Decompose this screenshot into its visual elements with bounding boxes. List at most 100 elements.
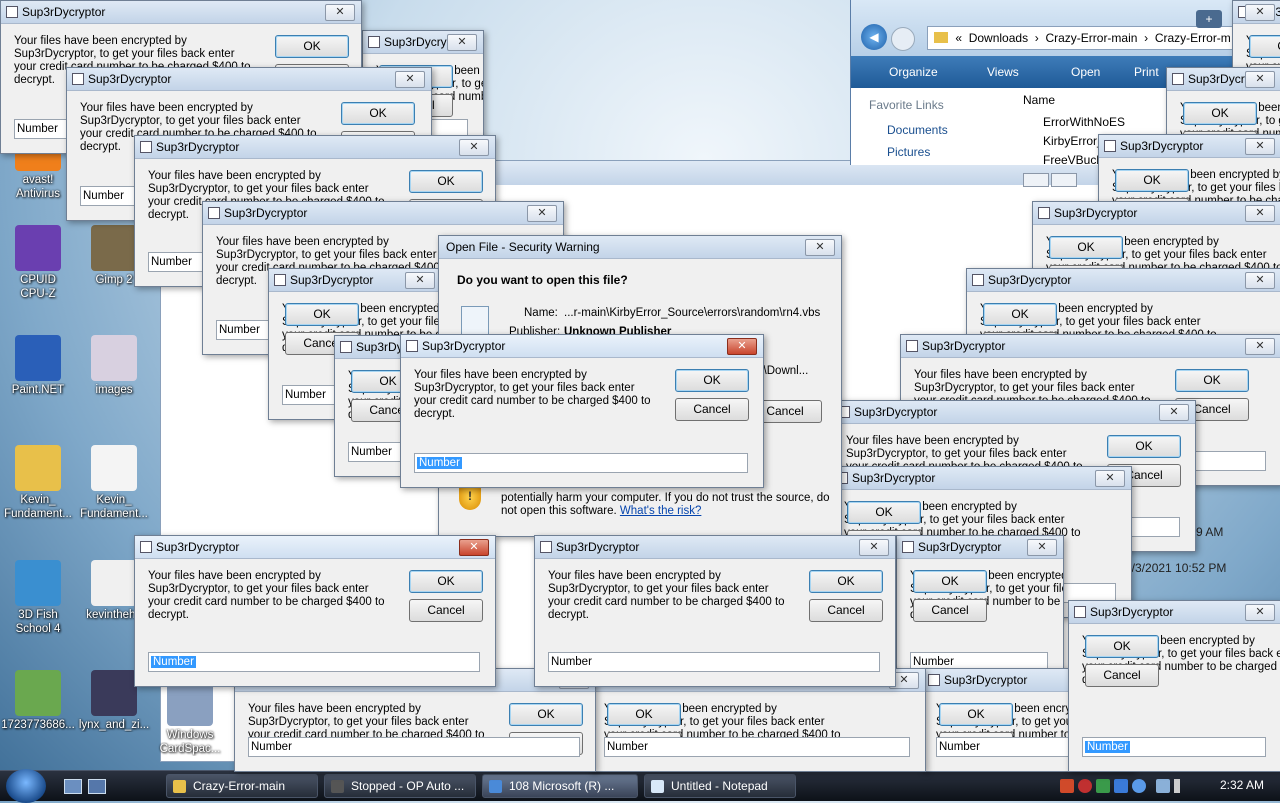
close-icon[interactable]: ✕ (325, 4, 355, 21)
new-tab-icon[interactable]: + (1196, 10, 1222, 28)
close-icon[interactable]: ✕ (805, 239, 835, 256)
print-button[interactable]: Print (1134, 65, 1159, 79)
desktop-icon[interactable]: Paint.NET (0, 335, 76, 397)
ok-button[interactable]: OK (341, 102, 415, 125)
ransom-popup-dialog: Sup3rDycryptor ✕ Your files have been encr… (534, 535, 896, 687)
taskbar-item-explorer[interactable]: Crazy-Error-main (166, 774, 318, 798)
volume-icon[interactable] (1174, 779, 1180, 793)
file-item[interactable]: KirbyError_ (1043, 134, 1104, 148)
desktop-icon[interactable]: 1723773686... (0, 670, 76, 732)
breadcrumb-crazy-error-main[interactable]: Crazy-Error-main (1045, 31, 1137, 45)
tray-icon[interactable] (1096, 779, 1110, 793)
close-icon[interactable]: ✕ (1159, 404, 1189, 421)
close-icon[interactable]: ✕ (447, 34, 477, 51)
ok-button[interactable]: OK (913, 570, 987, 593)
link-documents[interactable]: Documents (887, 123, 948, 137)
ok-button[interactable]: OK (847, 501, 921, 524)
close-icon[interactable]: ✕ (1245, 71, 1275, 88)
ok-button[interactable]: OK (409, 170, 483, 193)
address-field[interactable]: « Downloads › Crazy-Error-main › Crazy-E… (927, 26, 1280, 50)
cancel-button[interactable]: Cancel (409, 599, 483, 622)
ok-button[interactable]: OK (607, 703, 681, 726)
ok-button[interactable]: OK (409, 570, 483, 593)
ok-button[interactable]: OK (1175, 369, 1249, 392)
taskbar-clock[interactable]: 2:32 AM (1220, 778, 1264, 792)
close-icon[interactable]: ✕ (527, 205, 557, 222)
organize-button[interactable]: Organize (889, 65, 938, 79)
cancel-button[interactable]: Cancel (1085, 664, 1159, 687)
close-icon[interactable]: ✕ (1027, 539, 1057, 556)
close-icon[interactable]: ✕ (1245, 338, 1275, 355)
tray-icon[interactable] (1132, 779, 1146, 793)
switch-windows-icon[interactable] (88, 779, 106, 794)
credit-card-input[interactable]: Number (414, 453, 748, 473)
close-icon[interactable]: ✕ (727, 338, 757, 355)
minimize-icon[interactable] (1023, 173, 1049, 187)
file-item[interactable]: ErrorWithNoES (1043, 115, 1125, 129)
column-header-name[interactable]: Name (1023, 93, 1055, 107)
start-button[interactable] (6, 769, 46, 803)
ok-button[interactable]: OK (1107, 435, 1181, 458)
close-icon[interactable]: ✕ (1245, 604, 1275, 621)
close-icon[interactable]: ✕ (859, 539, 889, 556)
ok-button[interactable]: OK (1183, 102, 1257, 125)
taskbar-item-notepad[interactable]: Untitled - Notepad (644, 774, 796, 798)
breadcrumb-subfolder[interactable]: Crazy-Error-m (1155, 31, 1231, 45)
close-icon[interactable]: ✕ (459, 139, 489, 156)
cancel-button[interactable]: Cancel (809, 599, 883, 622)
ok-button[interactable]: OK (809, 570, 883, 593)
link-pictures[interactable]: Pictures (887, 145, 930, 159)
input-value: Number (607, 741, 648, 753)
whats-the-risk-link[interactable]: What's the risk? (620, 505, 701, 517)
dialog-title: Sup3rDycryptor (290, 273, 374, 287)
taskbar-item-microsoft-group[interactable]: 108 Microsoft (R) ... (482, 774, 638, 798)
ok-button[interactable]: OK (939, 703, 1013, 726)
credit-card-input[interactable]: Number (548, 652, 880, 672)
desktop-icon-image (15, 225, 61, 271)
tray-icon[interactable] (1114, 779, 1128, 793)
close-icon[interactable]: ✕ (1245, 272, 1275, 289)
desktop-icon[interactable]: Kevin_ Fundament... (0, 445, 76, 521)
credit-card-input[interactable]: Number (148, 652, 480, 672)
tray-icon[interactable] (1078, 779, 1092, 793)
ok-button[interactable]: OK (285, 303, 359, 326)
close-icon[interactable]: ✕ (1245, 138, 1275, 155)
credit-card-input[interactable]: Number (604, 737, 910, 757)
ok-button[interactable]: OK (1115, 169, 1189, 192)
maximize-icon[interactable] (1051, 173, 1077, 187)
credit-card-input[interactable]: Number (1082, 737, 1266, 757)
dialog-titlebar: Sup3rDycryptor✕ (1167, 68, 1280, 91)
network-icon[interactable] (1156, 779, 1170, 793)
ok-button[interactable]: OK (1085, 635, 1159, 658)
show-desktop-icon[interactable] (64, 779, 82, 794)
close-icon[interactable]: ✕ (405, 272, 435, 289)
app-icon (906, 340, 918, 352)
desktop-icon-label: Kevin_ (96, 494, 132, 506)
close-icon[interactable]: ✕ (1245, 4, 1275, 21)
ok-button[interactable]: OK (675, 369, 749, 392)
ok-button[interactable]: OK (509, 703, 583, 726)
forward-button[interactable] (891, 27, 915, 51)
ok-button[interactable]: OK (1049, 236, 1123, 259)
cancel-button[interactable]: Cancel (913, 599, 987, 622)
credit-card-input[interactable]: Number (248, 737, 580, 757)
open-button[interactable]: Open (1071, 65, 1100, 79)
breadcrumb-downloads[interactable]: Downloads (969, 31, 1028, 45)
ok-button[interactable]: OK (983, 303, 1057, 326)
close-icon[interactable]: ✕ (1245, 205, 1275, 222)
desktop-icon[interactable]: images (76, 335, 152, 397)
taskbar-item-op-auto[interactable]: Stopped - OP Auto ... (324, 774, 476, 798)
tray-icon[interactable] (1060, 779, 1074, 793)
desktop-icon[interactable]: Kevin_ Fundament... (76, 445, 152, 521)
ok-button[interactable]: OK (275, 35, 349, 58)
close-icon[interactable]: ✕ (1095, 470, 1125, 487)
desktop-icon[interactable]: Windows CardSpac... (152, 680, 228, 756)
close-icon[interactable]: ✕ (459, 539, 489, 556)
desktop-icon[interactable]: 3D Fish School 4 (0, 560, 76, 636)
close-icon[interactable]: ✕ (395, 71, 425, 88)
cancel-button[interactable]: Cancel (675, 398, 749, 421)
desktop-icon[interactable]: CPUID CPU-Z (0, 225, 76, 301)
views-button[interactable]: Views (987, 65, 1019, 79)
back-button[interactable]: ◀ (861, 24, 887, 50)
ok-button[interactable]: OK (1249, 35, 1280, 58)
